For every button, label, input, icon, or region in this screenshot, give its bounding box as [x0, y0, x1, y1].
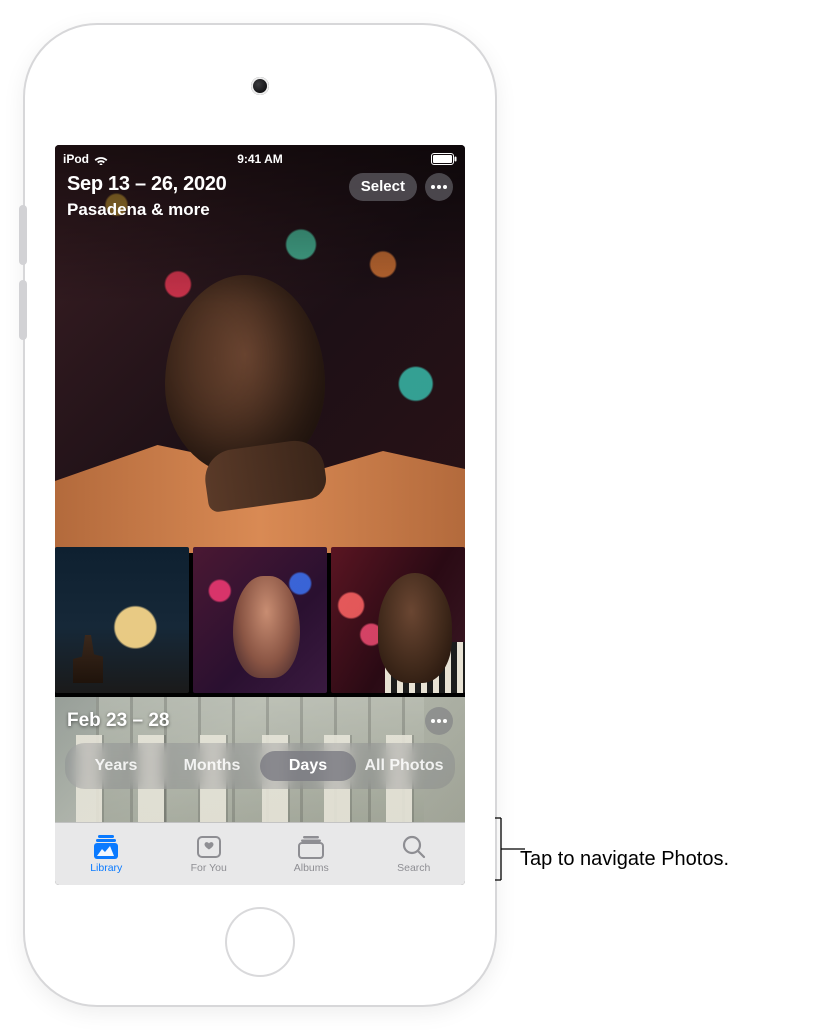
- tab-label: Albums: [294, 862, 329, 874]
- thumbnail-row: [55, 547, 465, 693]
- wifi-icon: [94, 154, 108, 165]
- tab-label: Search: [397, 862, 430, 874]
- status-bar: iPod 9:41 AM: [55, 145, 465, 171]
- tab-bar: Library For You Albums: [55, 822, 465, 885]
- tab-label: Library: [90, 862, 122, 874]
- date-range-title[interactable]: Feb 23 – 28: [67, 710, 169, 732]
- view-filter: Years Months Days All Photos: [65, 743, 455, 789]
- ellipsis-icon: [430, 718, 448, 724]
- location-subtitle[interactable]: Pasadena & more: [67, 200, 453, 220]
- device-frame: iPod 9:41 AM Sep 13 – 2: [25, 25, 495, 1005]
- home-button[interactable]: [227, 909, 293, 975]
- clock-label: 9:41 AM: [237, 152, 283, 166]
- photo-thumbnail[interactable]: [193, 547, 327, 693]
- tab-albums[interactable]: Albums: [260, 823, 363, 885]
- photo-thumbnail[interactable]: [331, 547, 465, 693]
- photo-thumbnail[interactable]: [55, 547, 189, 693]
- for-you-icon: [195, 834, 223, 860]
- tab-all-photos[interactable]: All Photos: [356, 751, 452, 781]
- search-icon: [401, 834, 427, 860]
- volume-up-button[interactable]: [19, 205, 27, 265]
- front-camera: [251, 77, 269, 95]
- tab-label: For You: [191, 862, 227, 874]
- callout-bracket: [494, 818, 520, 880]
- tab-days[interactable]: Days: [260, 751, 356, 781]
- carrier-label: iPod: [63, 152, 89, 166]
- volume-down-button[interactable]: [19, 280, 27, 340]
- tab-months[interactable]: Months: [164, 751, 260, 781]
- tab-for-you[interactable]: For You: [158, 823, 261, 885]
- battery-icon: [431, 153, 457, 165]
- select-button[interactable]: Select: [349, 173, 417, 201]
- tab-search[interactable]: Search: [363, 823, 466, 885]
- more-button[interactable]: [425, 707, 453, 735]
- callout-text: Tap to navigate Photos.: [520, 848, 729, 871]
- screen: iPod 9:41 AM Sep 13 – 2: [55, 145, 465, 885]
- more-button[interactable]: [425, 173, 453, 201]
- tab-library[interactable]: Library: [55, 823, 158, 885]
- library-icon: [91, 834, 121, 860]
- section-photo[interactable]: Feb 23 – 28 Years Months Days All Photos: [55, 697, 465, 823]
- ellipsis-icon: [430, 184, 448, 190]
- tab-years[interactable]: Years: [68, 751, 164, 781]
- albums-icon: [296, 834, 326, 860]
